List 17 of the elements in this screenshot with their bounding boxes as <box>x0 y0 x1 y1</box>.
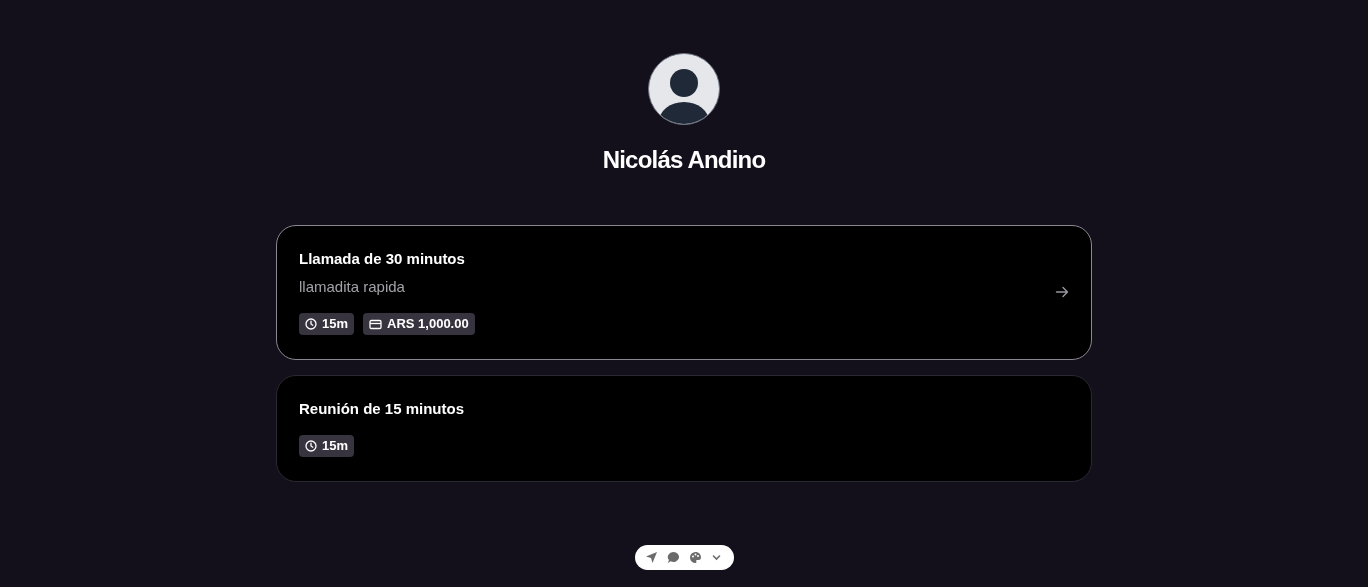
chat-bubble-icon[interactable] <box>666 551 680 564</box>
credit-card-icon <box>369 318 383 330</box>
duration-badge: 15m <box>299 313 355 335</box>
arrow-icon <box>1055 285 1069 299</box>
clock-icon <box>305 440 317 452</box>
price-badge: ARS 1,000.00 <box>363 313 475 335</box>
event-description: llamadita rapida <box>299 277 406 297</box>
navigation-icon[interactable] <box>644 551 658 564</box>
chevron-down-icon[interactable] <box>710 552 722 563</box>
event-card[interactable]: Llamada de 30 minutos llamadita rapida 15m ARS 1,000.00 <box>276 225 1092 360</box>
event-title: Reunión de 15 minutos <box>299 399 465 419</box>
duration-badge: 15m <box>299 435 355 457</box>
clock-icon <box>305 318 317 330</box>
event-card[interactable]: Reunión de 15 minutos 15m <box>276 375 1092 482</box>
profile-name: Nicolás Andino <box>602 145 766 175</box>
palette-icon[interactable] <box>688 551 702 564</box>
event-title: Llamada de 30 minutos <box>299 249 466 269</box>
